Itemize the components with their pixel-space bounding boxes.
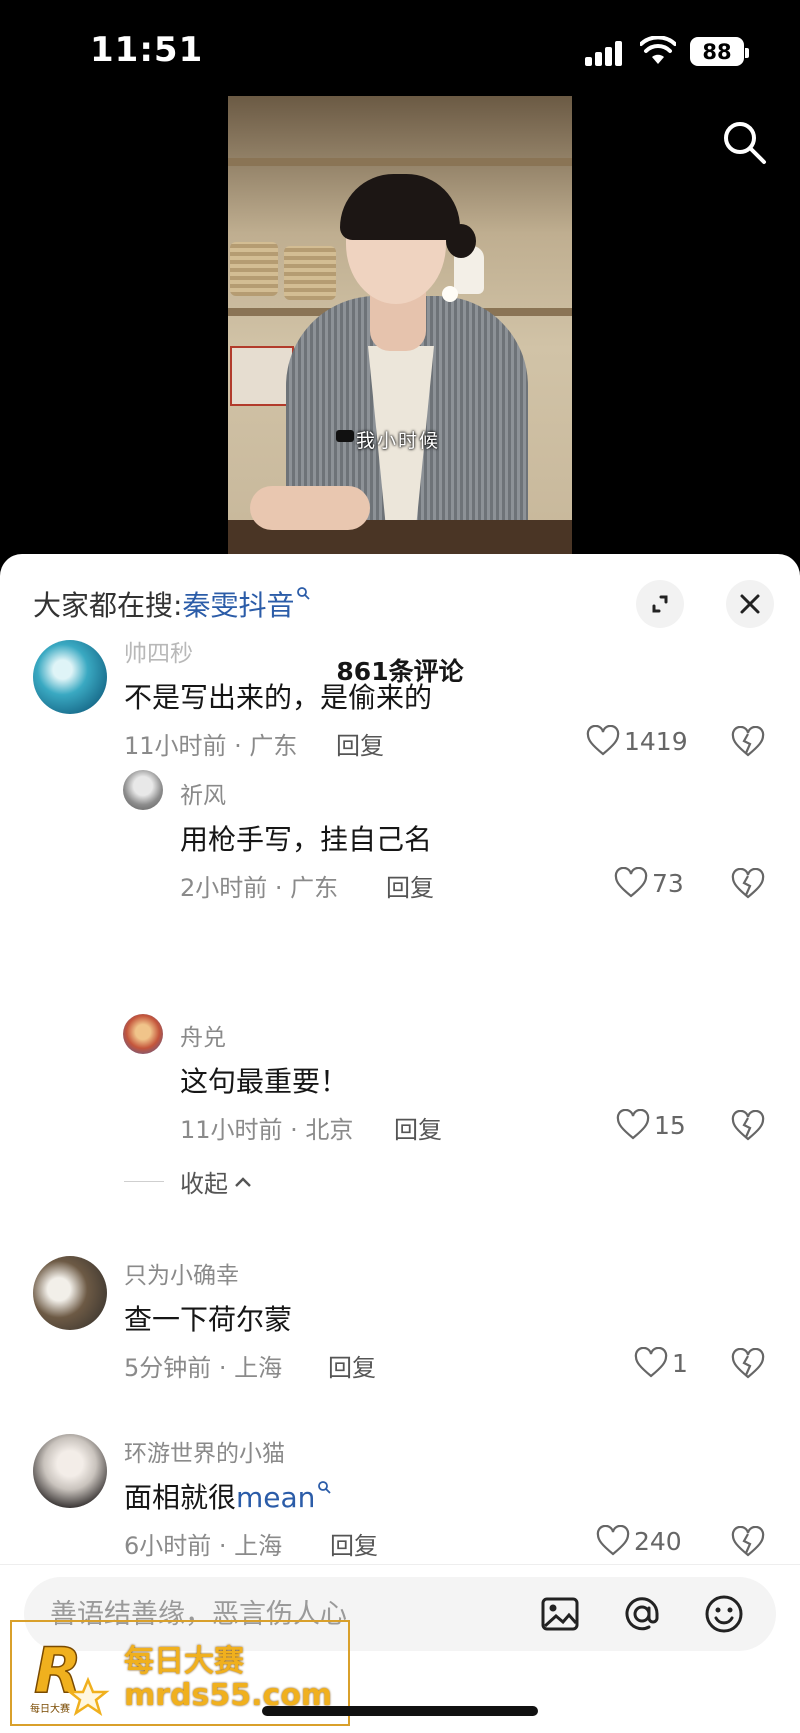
image-icon[interactable] bbox=[540, 1594, 580, 1634]
hot-search-keyword[interactable]: 秦雯抖音 bbox=[182, 589, 294, 622]
battery-indicator: 88 bbox=[690, 37, 749, 66]
wifi-icon bbox=[640, 36, 676, 64]
like-count: 73 bbox=[652, 868, 684, 898]
video-basket bbox=[284, 246, 336, 300]
broken-heart-icon[interactable] bbox=[731, 1348, 765, 1380]
reply-button[interactable]: 回复 bbox=[330, 1526, 378, 1561]
avatar[interactable] bbox=[33, 640, 107, 714]
reply-button[interactable]: 回复 bbox=[336, 726, 384, 761]
like-button[interactable]: 15 bbox=[616, 1108, 686, 1142]
home-indicator[interactable] bbox=[262, 1706, 538, 1716]
comment-time-location: 11小时前 · 北京 bbox=[180, 1116, 354, 1144]
like-button[interactable]: 240 bbox=[596, 1524, 682, 1558]
comment-text: 不是写出来的，是偷来的 bbox=[124, 681, 433, 714]
comment-time-location: 11小时前 · 广东 bbox=[124, 732, 298, 760]
heart-icon bbox=[614, 867, 648, 898]
video-basket bbox=[230, 242, 278, 296]
status-bar: 11:51 88 bbox=[0, 0, 800, 100]
reply-button[interactable]: 回复 bbox=[328, 1348, 376, 1383]
status-time: 11:51 bbox=[90, 30, 204, 70]
hot-search-prefix: 大家都在搜: bbox=[33, 589, 183, 622]
video-shelf bbox=[228, 158, 572, 166]
avatar[interactable] bbox=[33, 1256, 107, 1330]
hot-search[interactable]: 大家都在搜:秦雯抖音 bbox=[33, 584, 311, 624]
video-box bbox=[230, 346, 294, 406]
like-button[interactable]: 1 bbox=[634, 1346, 688, 1380]
broken-heart-icon[interactable] bbox=[731, 1110, 765, 1142]
avatar[interactable] bbox=[33, 1434, 107, 1508]
comment-text: 用枪手写，挂自己名 bbox=[180, 823, 433, 856]
video-hands bbox=[250, 486, 370, 530]
comment-username[interactable]: 舟兑 bbox=[180, 1018, 226, 1052]
comment-time-location: 6小时前 · 上海 bbox=[124, 1532, 283, 1560]
video-subtitle: 我小时候 bbox=[356, 430, 441, 452]
comment-text: 查一下荷尔蒙 bbox=[124, 1303, 293, 1336]
comment-time-location: 2小时前 · 广东 bbox=[180, 874, 339, 902]
like-button[interactable]: 1419 bbox=[586, 724, 688, 758]
comment-username[interactable]: 帅四秒 bbox=[124, 634, 193, 668]
heart-icon bbox=[596, 1525, 630, 1556]
heart-icon bbox=[586, 725, 620, 756]
reply-button[interactable]: 回复 bbox=[386, 868, 434, 903]
comment-sheet: 大家都在搜:秦雯抖音 861条评论 帅四秒 不是写出来的，是偷来的 11小时前 … bbox=[0, 554, 800, 1733]
watermark-title: 每日大赛 bbox=[124, 1644, 244, 1679]
expand-icon bbox=[652, 595, 668, 613]
search-icon bbox=[318, 1481, 332, 1494]
close-button[interactable] bbox=[726, 580, 774, 628]
like-count: 1 bbox=[672, 1348, 688, 1378]
comment-username[interactable]: 祈风 bbox=[180, 776, 226, 810]
like-count: 1419 bbox=[624, 726, 688, 756]
avatar[interactable] bbox=[123, 770, 163, 810]
comment-text: 这句最重要！ bbox=[180, 1065, 349, 1098]
expand-button[interactable] bbox=[636, 580, 684, 628]
emoji-icon[interactable] bbox=[704, 1594, 744, 1634]
comment-keyword-link[interactable]: mean bbox=[236, 1481, 315, 1514]
avatar[interactable] bbox=[123, 1014, 163, 1054]
divider bbox=[124, 1181, 164, 1182]
like-count: 15 bbox=[654, 1110, 686, 1140]
comment-username[interactable]: 环游世界的小猫 bbox=[124, 1434, 285, 1468]
comment-text-prefix: 面相就很 bbox=[124, 1481, 237, 1514]
svg-text:每日大赛: 每日大赛 bbox=[30, 1702, 70, 1715]
search-icon bbox=[297, 587, 311, 600]
like-count: 240 bbox=[634, 1526, 682, 1556]
comment-username[interactable]: 只为小确幸 bbox=[124, 1256, 239, 1290]
at-icon[interactable] bbox=[622, 1594, 662, 1634]
video-player[interactable]: 我小时候 bbox=[228, 96, 572, 554]
chevron-up-icon bbox=[235, 1176, 251, 1187]
collapse-label: 收起 bbox=[180, 1170, 228, 1198]
close-icon bbox=[740, 594, 760, 614]
heart-icon bbox=[634, 1347, 668, 1378]
broken-heart-icon[interactable] bbox=[731, 726, 765, 758]
like-button[interactable]: 73 bbox=[614, 866, 684, 900]
video-microphone bbox=[336, 430, 354, 442]
comment-time-location: 5分钟前 · 上海 bbox=[124, 1354, 283, 1382]
video-hair-bun bbox=[446, 224, 476, 258]
signal-icon bbox=[585, 40, 625, 66]
broken-heart-icon[interactable] bbox=[731, 868, 765, 900]
reply-button[interactable]: 回复 bbox=[394, 1110, 442, 1145]
comment-text: 面相就很mean bbox=[124, 1476, 332, 1516]
heart-icon bbox=[616, 1109, 650, 1140]
collapse-replies-button[interactable]: 收起 bbox=[124, 1164, 252, 1199]
watermark-logo: R 每日大赛 bbox=[30, 1633, 110, 1716]
video-earring bbox=[442, 286, 458, 302]
broken-heart-icon[interactable] bbox=[731, 1526, 765, 1558]
search-icon[interactable] bbox=[720, 118, 768, 166]
